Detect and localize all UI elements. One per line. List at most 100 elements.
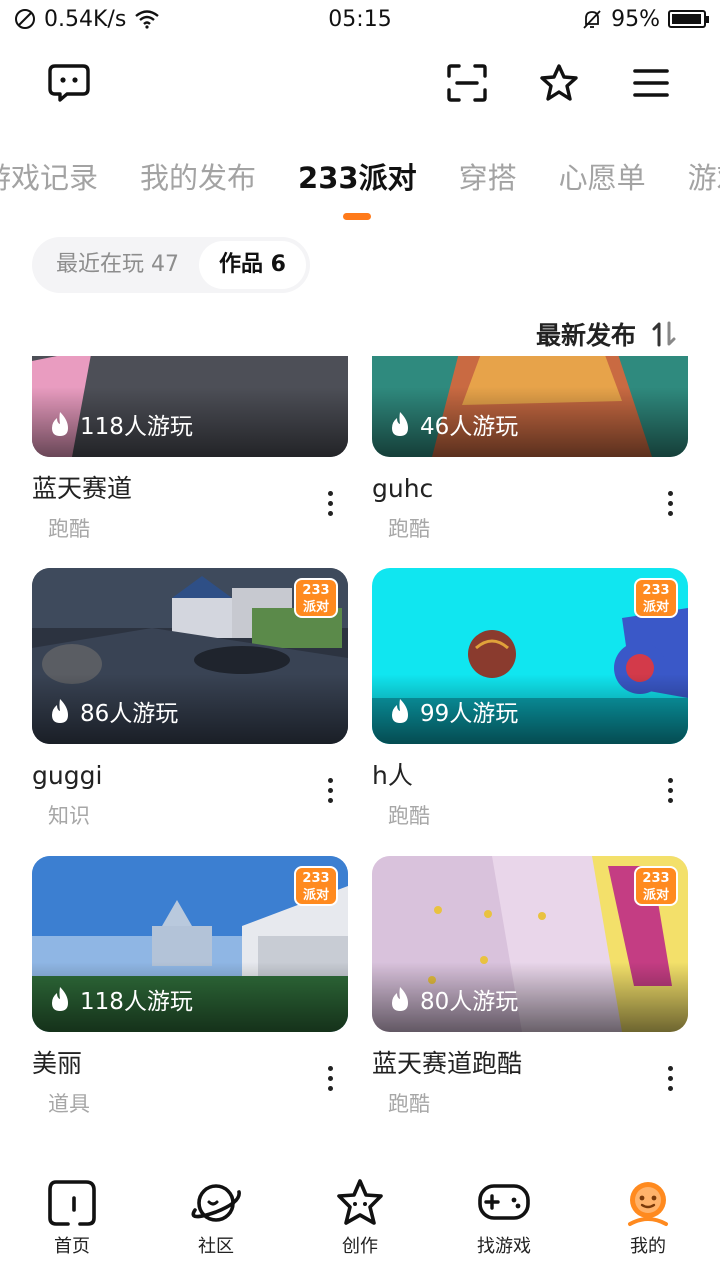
do-not-disturb-icon — [15, 9, 35, 29]
work-card[interactable]: 233 派对 118人游玩 美丽 道具 — [32, 856, 348, 1118]
work-card[interactable]: 118人游玩 蓝天赛道 跑酷 — [32, 356, 348, 543]
flame-icon — [52, 699, 68, 723]
play-count-text: 118人游玩 — [80, 989, 193, 1015]
message-icon[interactable] — [44, 58, 94, 108]
badge-line1: 233 — [302, 583, 330, 598]
more-options-icon[interactable] — [660, 770, 680, 810]
tab-outfits[interactable]: 穿搭 — [459, 150, 517, 206]
segment-works[interactable]: 作品 6 — [199, 241, 306, 289]
play-count-text: 99人游玩 — [420, 701, 519, 727]
play-count: 46人游玩 — [388, 407, 518, 441]
work-title: guggi — [32, 761, 103, 790]
play-count: 80人游玩 — [388, 982, 518, 1016]
flame-icon — [392, 987, 408, 1011]
sort-icon — [652, 321, 676, 347]
tab-games[interactable]: 游戏 — [688, 150, 720, 206]
tab-game-records[interactable]: 游戏记录 — [0, 150, 98, 206]
nav-label: 社区 — [198, 1236, 234, 1257]
tab-strip: 游戏记录 我的发布 233派对 穿搭 心愿单 游戏 — [0, 150, 720, 220]
more-options-icon[interactable] — [320, 770, 340, 810]
tab-label: 游戏 — [687, 161, 720, 195]
badge-line2: 派对 — [642, 600, 669, 615]
work-thumbnail[interactable]: 233 派对 80人游玩 — [372, 856, 688, 1032]
more-options-icon[interactable] — [320, 1058, 340, 1098]
segment-recent-played[interactable]: 最近在玩 47 — [36, 241, 199, 289]
work-title: guhc — [372, 474, 434, 503]
work-thumbnail[interactable]: 233 派对 86人游玩 — [32, 568, 348, 744]
play-count: 118人游玩 — [48, 982, 193, 1016]
work-title: 美丽 — [32, 1049, 83, 1078]
mute-bell-icon — [583, 10, 601, 29]
battery-percent: 95% — [611, 6, 660, 32]
work-tag: 知识 — [48, 804, 90, 828]
top-actions — [442, 58, 676, 108]
nav-label: 创作 — [342, 1236, 378, 1257]
work-tag: 跑酷 — [48, 517, 90, 541]
star-icon — [337, 1179, 383, 1225]
work-tag: 跑酷 — [388, 517, 430, 541]
nav-me[interactable]: 我的 — [588, 1178, 708, 1258]
play-count-text: 46人游玩 — [420, 414, 519, 440]
status-left: 0.54K/s — [14, 7, 160, 32]
tab-label: 233派对 — [298, 161, 417, 195]
work-thumbnail[interactable]: 233 派对 99人游玩 — [372, 568, 688, 744]
badge-line2: 派对 — [642, 888, 669, 903]
sort-button[interactable]: 最新发布 — [536, 312, 678, 356]
more-options-icon[interactable] — [660, 483, 680, 523]
work-card[interactable]: 46人游玩 guhc 跑酷 — [372, 356, 688, 543]
badge-line2: 派对 — [302, 600, 329, 615]
nav-create[interactable]: 创作 — [300, 1178, 420, 1258]
nav-find-games[interactable]: 找游戏 — [444, 1178, 564, 1258]
status-bar: 0.54K/s 05:15 95% — [0, 0, 720, 38]
tab-label: 我的发布 — [140, 161, 257, 195]
battery-level — [672, 14, 701, 24]
sort-label: 最新发布 — [535, 321, 636, 350]
wifi-icon — [135, 10, 160, 29]
tab-my-posts[interactable]: 我的发布 — [140, 150, 256, 206]
work-title: 蓝天赛道 — [32, 474, 133, 503]
work-tag: 跑酷 — [388, 804, 430, 828]
more-options-icon[interactable] — [320, 483, 340, 523]
work-thumbnail[interactable]: 46人游玩 — [372, 356, 688, 457]
nav-home[interactable]: 首页 — [12, 1178, 132, 1258]
work-tag: 道具 — [48, 1092, 90, 1116]
party-233-badge: 233 派对 — [294, 578, 338, 618]
work-card[interactable]: 233 派对 80人游玩 蓝天赛道跑酷 跑酷 — [372, 856, 688, 1118]
more-options-icon[interactable] — [660, 1058, 680, 1098]
flame-icon — [52, 987, 68, 1011]
play-count: 118人游玩 — [48, 407, 193, 441]
works-grid: 118人游玩 蓝天赛道 跑酷 46人游玩 guhc 跑酷 233 派对 86人游… — [0, 356, 720, 1136]
scan-icon[interactable] — [442, 58, 492, 108]
party-233-badge: 233 派对 — [634, 578, 678, 618]
work-tag: 跑酷 — [388, 1092, 430, 1116]
play-count-text: 80人游玩 — [420, 989, 519, 1015]
top-bar — [0, 48, 720, 118]
home-icon — [48, 1180, 96, 1226]
nav-label: 找游戏 — [477, 1236, 531, 1257]
work-thumbnail[interactable]: 118人游玩 — [32, 356, 348, 457]
segment-control: 最近在玩 47 作品 6 — [32, 237, 310, 293]
badge-line1: 233 — [642, 583, 670, 598]
work-title: h人 — [372, 761, 413, 790]
profile-tabs: 游戏记录 我的发布 233派对 穿搭 心愿单 游戏 — [0, 150, 720, 230]
work-card[interactable]: 233 派对 86人游玩 guggi 知识 — [32, 568, 348, 830]
nav-community[interactable]: 社区 — [156, 1178, 276, 1258]
tab-233-party[interactable]: 233派对 — [298, 150, 417, 220]
party-233-badge: 233 派对 — [634, 866, 678, 906]
flame-icon — [392, 699, 408, 723]
favorite-star-icon[interactable] — [534, 58, 584, 108]
planet-icon — [191, 1184, 241, 1222]
play-count: 99人游玩 — [388, 694, 518, 728]
net-speed: 0.54K/s — [44, 6, 127, 32]
work-thumbnail[interactable]: 233 派对 118人游玩 — [32, 856, 348, 1032]
status-right: 95% — [581, 6, 709, 32]
menu-icon[interactable] — [626, 58, 676, 108]
work-card[interactable]: 233 派对 99人游玩 h人 跑酷 — [372, 568, 688, 830]
play-count: 86人游玩 — [48, 694, 178, 728]
tab-wishlist[interactable]: 心愿单 — [559, 150, 646, 206]
profile-icon — [628, 1182, 668, 1226]
bottom-nav: 首页 社区 创作 找游戏 我的 — [0, 1170, 720, 1280]
tab-indicator — [343, 213, 372, 220]
flame-icon — [392, 412, 408, 436]
work-title: 蓝天赛道跑酷 — [372, 1049, 523, 1078]
